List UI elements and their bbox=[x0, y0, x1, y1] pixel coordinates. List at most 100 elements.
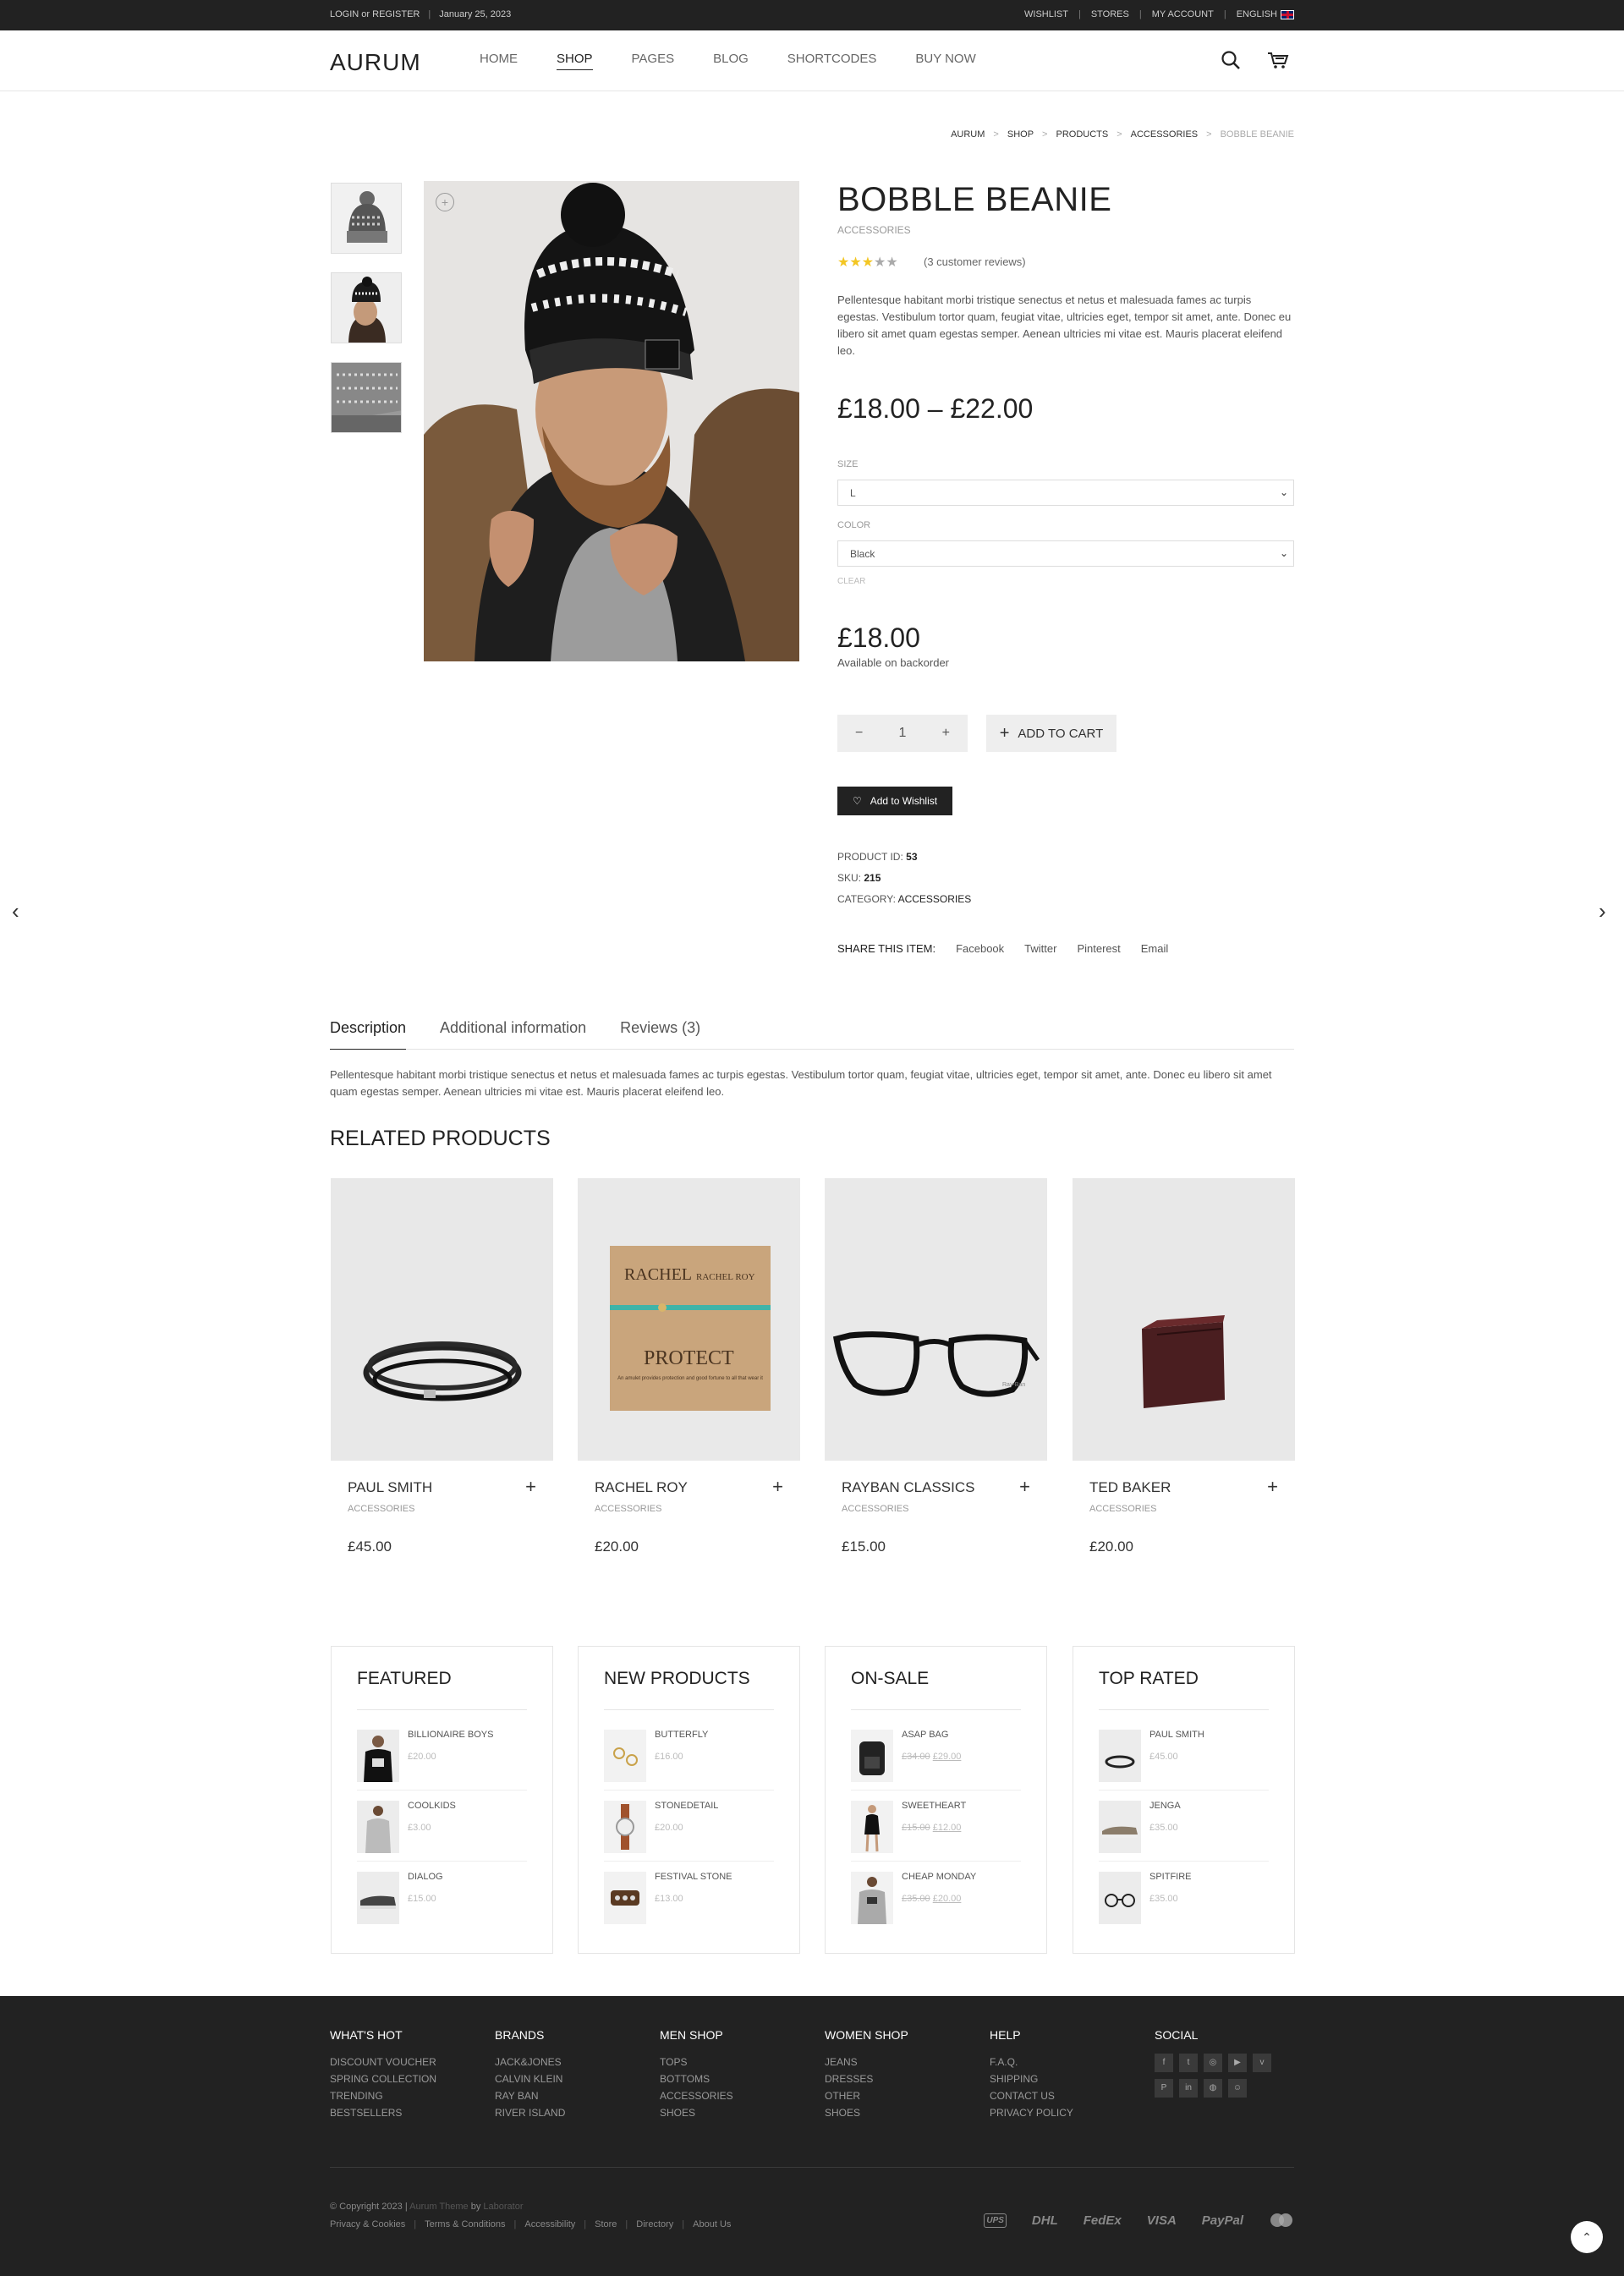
footer-link[interactable]: DRESSES bbox=[825, 2070, 908, 2087]
directory-link[interactable]: Directory bbox=[636, 2219, 673, 2229]
vimeo-icon[interactable]: v bbox=[1253, 2054, 1271, 2072]
widget-product-name[interactable]: PAUL SMITH bbox=[1149, 1730, 1204, 1740]
widget-product-item[interactable]: FESTIVAL STONE £13.00 bbox=[604, 1862, 774, 1933]
clear-selection-link[interactable]: CLEAR bbox=[837, 577, 865, 586]
prev-product-arrow-icon[interactable]: ‹ bbox=[12, 898, 19, 924]
widget-product-name[interactable]: CHEAP MONDAY bbox=[902, 1872, 976, 1882]
footer-link[interactable]: SHOES bbox=[825, 2104, 908, 2121]
footer-link[interactable]: TRENDING bbox=[330, 2087, 436, 2104]
nav-home[interactable]: HOME bbox=[480, 52, 518, 70]
add-to-cart-plus-icon[interactable]: + bbox=[1267, 1476, 1278, 1498]
related-product-name[interactable]: TED BAKER bbox=[1089, 1479, 1171, 1496]
color-select[interactable]: Black ⌄ bbox=[837, 540, 1294, 567]
share-email[interactable]: Email bbox=[1141, 942, 1169, 955]
footer-link[interactable]: ACCESSORIES bbox=[660, 2087, 733, 2104]
footer-link[interactable]: JACK&JONES bbox=[495, 2054, 565, 2070]
widget-product-item[interactable]: ASAP BAG £34.00 £29.00 bbox=[851, 1719, 1021, 1791]
widget-product-item[interactable]: STONEDETAIL £20.00 bbox=[604, 1791, 774, 1862]
widget-product-item[interactable]: DIALOG £15.00 bbox=[357, 1862, 527, 1933]
related-product-name[interactable]: PAUL SMITH bbox=[348, 1479, 432, 1496]
related-product-image[interactable] bbox=[331, 1178, 553, 1461]
theme-link[interactable]: Aurum Theme bbox=[409, 2202, 469, 2212]
youtube-icon[interactable]: ▶ bbox=[1228, 2054, 1247, 2072]
zoom-icon[interactable]: + bbox=[436, 193, 454, 211]
gallery-thumb-2[interactable] bbox=[331, 272, 402, 343]
breadcrumb-accessories[interactable]: ACCESSORIES bbox=[1131, 129, 1198, 140]
nav-pages[interactable]: PAGES bbox=[632, 52, 675, 70]
widget-product-name[interactable]: FESTIVAL STONE bbox=[655, 1872, 732, 1882]
add-to-cart-plus-icon[interactable]: + bbox=[772, 1476, 783, 1498]
nav-buy-now[interactable]: BUY NOW bbox=[915, 52, 975, 70]
decrease-qty-button[interactable]: − bbox=[837, 726, 881, 741]
footer-link[interactable]: SPRING COLLECTION bbox=[330, 2070, 436, 2087]
footer-link[interactable]: BESTSELLERS bbox=[330, 2104, 436, 2121]
category-link[interactable]: ACCESSORIES bbox=[898, 893, 972, 905]
widget-product-name[interactable]: BILLIONAIRE BOYS bbox=[408, 1730, 493, 1740]
stores-link[interactable]: STORES bbox=[1091, 9, 1129, 19]
terms-link[interactable]: Terms & Conditions bbox=[425, 2219, 505, 2229]
size-select[interactable]: L ⌄ bbox=[837, 480, 1294, 506]
share-facebook[interactable]: Facebook bbox=[956, 942, 1004, 955]
footer-link[interactable]: RIVER ISLAND bbox=[495, 2104, 565, 2121]
breadcrumb-aurum[interactable]: AURUM bbox=[951, 129, 985, 140]
widget-product-item[interactable]: CHEAP MONDAY £35.00 £20.00 bbox=[851, 1862, 1021, 1933]
accessibility-link[interactable]: Accessibility bbox=[524, 2219, 575, 2229]
widget-product-name[interactable]: BUTTERFLY bbox=[655, 1730, 708, 1740]
footer-link[interactable]: JEANS bbox=[825, 2054, 908, 2070]
nav-shop[interactable]: SHOP bbox=[557, 52, 593, 70]
increase-qty-button[interactable]: + bbox=[924, 726, 968, 741]
quantity-input[interactable]: 1 bbox=[881, 726, 924, 741]
footer-link[interactable]: SHOES bbox=[660, 2104, 733, 2121]
related-product-image[interactable]: RACHEL RACHEL ROY PROTECT An amulet provide… bbox=[578, 1178, 800, 1461]
gallery-thumb-1[interactable] bbox=[331, 183, 402, 254]
breadcrumb-shop[interactable]: SHOP bbox=[1007, 129, 1034, 140]
reviews-link[interactable]: (3 customer reviews) bbox=[924, 255, 1026, 268]
add-to-cart-plus-icon[interactable]: + bbox=[1019, 1476, 1030, 1498]
widget-product-name[interactable]: SPITFIRE bbox=[1149, 1872, 1192, 1882]
product-category[interactable]: ACCESSORIES bbox=[837, 224, 911, 236]
next-product-arrow-icon[interactable]: › bbox=[1599, 898, 1606, 924]
store-link[interactable]: Store bbox=[595, 2219, 617, 2229]
my-account-link[interactable]: MY ACCOUNT bbox=[1152, 9, 1214, 19]
footer-link[interactable]: CONTACT US bbox=[990, 2087, 1073, 2104]
related-product-card[interactable]: TED BAKER + ACCESSORIES £20.00 bbox=[1073, 1178, 1295, 1555]
widget-product-item[interactable]: BILLIONAIRE BOYS £20.00 bbox=[357, 1719, 527, 1791]
footer-link[interactable]: TOPS bbox=[660, 2054, 733, 2070]
footer-link[interactable]: DISCOUNT VOUCHER bbox=[330, 2054, 436, 2070]
site-logo[interactable]: AURUM bbox=[330, 49, 421, 76]
widget-product-item[interactable]: SPITFIRE £35.00 bbox=[1099, 1862, 1269, 1933]
tab-additional-information[interactable]: Additional information bbox=[440, 1019, 586, 1049]
gallery-thumb-3[interactable] bbox=[331, 362, 402, 433]
related-product-image[interactable] bbox=[1073, 1178, 1295, 1461]
widget-product-item[interactable]: SWEETHEART £15.00 £12.00 bbox=[851, 1791, 1021, 1862]
breadcrumb-products[interactable]: PRODUCTS bbox=[1056, 129, 1108, 140]
product-main-image[interactable]: + bbox=[424, 181, 799, 661]
tab-description[interactable]: Description bbox=[330, 1019, 407, 1050]
footer-link[interactable]: RAY BAN bbox=[495, 2087, 565, 2104]
footer-link[interactable]: OTHER bbox=[825, 2087, 908, 2104]
widget-product-name[interactable]: ASAP BAG bbox=[902, 1730, 948, 1740]
footer-link[interactable]: PRIVACY POLICY bbox=[990, 2104, 1073, 2121]
widget-product-name[interactable]: COOLKIDS bbox=[408, 1801, 456, 1811]
tab-reviews[interactable]: Reviews (3) bbox=[620, 1019, 700, 1049]
widget-product-name[interactable]: JENGA bbox=[1149, 1801, 1181, 1811]
widget-product-name[interactable]: STONEDETAIL bbox=[655, 1801, 718, 1811]
widget-product-item[interactable]: COOLKIDS £3.00 bbox=[357, 1791, 527, 1862]
language-selector[interactable]: ENGLISH bbox=[1237, 9, 1294, 19]
pinterest-icon[interactable]: P bbox=[1155, 2079, 1173, 2098]
linkedin-icon[interactable]: in bbox=[1179, 2079, 1198, 2098]
related-product-card[interactable]: RACHEL RACHEL ROY PROTECT An amulet provide… bbox=[578, 1178, 800, 1555]
share-twitter[interactable]: Twitter bbox=[1024, 942, 1056, 955]
nav-shortcodes[interactable]: SHORTCODES bbox=[787, 52, 877, 70]
widget-product-item[interactable]: JENGA £35.00 bbox=[1099, 1791, 1269, 1862]
cart-icon[interactable] bbox=[1267, 49, 1289, 71]
share-pinterest[interactable]: Pinterest bbox=[1077, 942, 1120, 955]
login-register-link[interactable]: LOGIN or REGISTER bbox=[330, 9, 420, 19]
widget-product-name[interactable]: DIALOG bbox=[408, 1872, 443, 1882]
footer-link[interactable]: F.A.Q. bbox=[990, 2054, 1073, 2070]
related-product-card[interactable]: PAUL SMITH + ACCESSORIES £45.00 bbox=[331, 1178, 553, 1555]
dribbble-icon[interactable]: ◍ bbox=[1204, 2079, 1222, 2098]
widget-product-item[interactable]: BUTTERFLY £16.00 bbox=[604, 1719, 774, 1791]
widget-product-item[interactable]: PAUL SMITH £45.00 bbox=[1099, 1719, 1269, 1791]
wishlist-link[interactable]: WISHLIST bbox=[1024, 9, 1068, 19]
